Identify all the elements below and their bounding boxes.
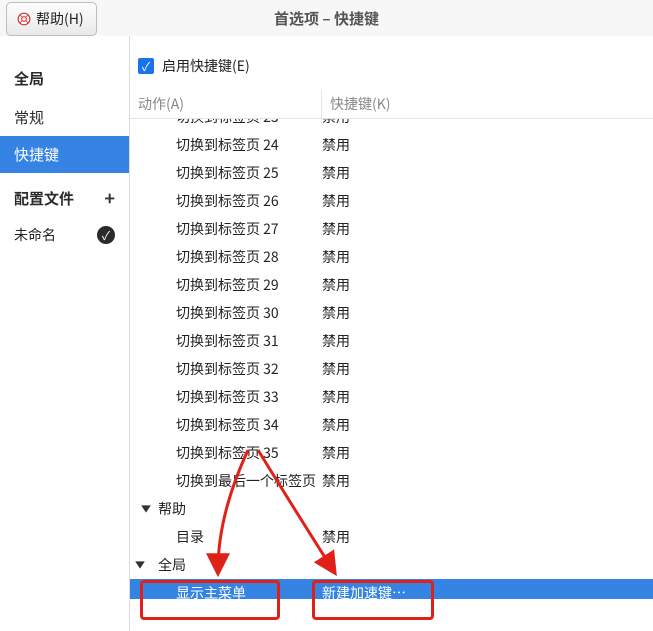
table-row[interactable]: 切换到标签页 25禁用 (130, 159, 653, 187)
row-shortcut: 禁用 (322, 219, 653, 239)
table-row[interactable]: 显示主菜单新建加速键… (130, 579, 653, 599)
row-shortcut: 禁用 (322, 415, 653, 435)
help-menu-label: 帮助(H) (36, 9, 84, 29)
row-action: 切换到标签页 30 (176, 303, 322, 323)
row-shortcut: 禁用 (322, 247, 653, 267)
table-row[interactable]: 切换到标签页 30禁用 (130, 299, 653, 327)
row-shortcut: 禁用 (322, 359, 653, 379)
table-row[interactable]: 切换到标签页 24禁用 (130, 131, 653, 159)
table-row[interactable]: 切换到标签页 23禁用 (130, 119, 653, 131)
row-shortcut: 禁用 (322, 163, 653, 183)
table-row[interactable]: 切换到标签页 35禁用 (130, 439, 653, 467)
row-action: 切换到标签页 32 (176, 359, 322, 379)
tree-group[interactable]: 全局 (130, 551, 653, 579)
content-pane: ✓ 启用快捷键(E) 动作(A) 快捷键(K) 切换到标签页 23禁用切换到标签… (130, 36, 653, 631)
enable-shortcuts-label: 启用快捷键(E) (162, 56, 250, 76)
table-row[interactable]: 切换到标签页 29禁用 (130, 271, 653, 299)
sidebar-profiles-header: 配置文件 + (0, 173, 129, 215)
row-action: 切换到标签页 23 (176, 119, 322, 127)
enable-shortcuts-row: ✓ 启用快捷键(E) (130, 36, 653, 90)
table-row[interactable]: 切换到标签页 28禁用 (130, 243, 653, 271)
shortcut-tree[interactable]: 切换到标签页 23禁用切换到标签页 24禁用切换到标签页 25禁用切换到标签页 … (130, 119, 653, 599)
row-shortcut: 禁用 (322, 471, 653, 491)
sidebar: 全局 常规 快捷键 配置文件 + 未命名 ✓ (0, 36, 130, 631)
table-row[interactable]: 切换到最后一个标签页禁用 (130, 467, 653, 495)
row-shortcut: 禁用 (322, 331, 653, 351)
window-title: 首选项 – 快捷键 (0, 8, 653, 29)
table-row[interactable]: 切换到标签页 31禁用 (130, 327, 653, 355)
table-row[interactable]: 切换到标签页 32禁用 (130, 355, 653, 383)
column-headers: 动作(A) 快捷键(K) (130, 90, 653, 119)
row-shortcut: 禁用 (322, 443, 653, 463)
table-row[interactable]: 切换到标签页 33禁用 (130, 383, 653, 411)
row-action: 切换到标签页 25 (176, 163, 322, 183)
sidebar-item-general[interactable]: 常规 (0, 99, 129, 136)
row-action: 切换到标签页 27 (176, 219, 322, 239)
sidebar-item-global[interactable]: 全局 (0, 58, 129, 99)
group-label: 帮助 (158, 499, 322, 519)
row-shortcut: 禁用 (322, 303, 653, 323)
row-action: 切换到标签页 35 (176, 443, 322, 463)
row-action: 切换到标签页 26 (176, 191, 322, 211)
row-action: 切换到标签页 29 (176, 275, 322, 295)
row-shortcut: 禁用 (322, 387, 653, 407)
sidebar-profile-item[interactable]: 未命名 ✓ (0, 215, 129, 255)
group-label: 全局 (158, 555, 322, 575)
help-menu-button[interactable]: 帮助(H) (6, 2, 97, 36)
row-action: 切换到标签页 24 (176, 135, 322, 155)
row-shortcut: 禁用 (322, 275, 653, 295)
sidebar-item-shortcuts[interactable]: 快捷键 (0, 136, 129, 173)
row-action: 切换到最后一个标签页 (176, 471, 322, 491)
row-action: 切换到标签页 33 (176, 387, 322, 407)
profile-name: 未命名 (14, 225, 56, 245)
table-row[interactable]: 切换到标签页 34禁用 (130, 411, 653, 439)
row-action: 显示主菜单 (176, 583, 322, 599)
table-row[interactable]: 切换到标签页 26禁用 (130, 187, 653, 215)
sidebar-profiles-label: 配置文件 (14, 188, 74, 209)
lifebuoy-icon (17, 12, 31, 26)
add-profile-button[interactable]: + (104, 185, 115, 211)
row-action: 目录 (176, 527, 322, 547)
column-action[interactable]: 动作(A) (130, 90, 322, 118)
table-row[interactable]: 目录禁用 (130, 523, 653, 551)
row-shortcut: 新建加速键… (322, 583, 653, 599)
row-shortcut: 禁用 (322, 135, 653, 155)
row-action: 切换到标签页 28 (176, 247, 322, 267)
enable-shortcuts-checkbox[interactable]: ✓ (138, 58, 154, 74)
row-action: 切换到标签页 31 (176, 331, 322, 351)
row-shortcut: 禁用 (322, 527, 653, 547)
row-action: 切换到标签页 34 (176, 415, 322, 435)
tree-group[interactable]: 帮助 (130, 495, 653, 523)
column-shortcut[interactable]: 快捷键(K) (322, 90, 653, 118)
table-row[interactable]: 切换到标签页 27禁用 (130, 215, 653, 243)
default-profile-icon: ✓ (97, 226, 115, 244)
row-shortcut: 禁用 (322, 191, 653, 211)
row-shortcut: 禁用 (322, 119, 653, 127)
